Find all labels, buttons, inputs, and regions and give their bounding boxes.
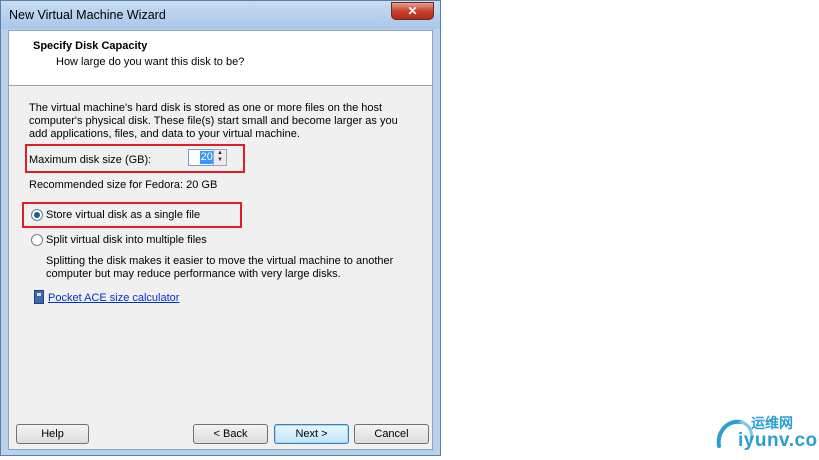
option-multiple-files-label[interactable]: Split virtual disk into multiple files <box>46 234 207 246</box>
highlight-box-disk-size <box>25 144 245 173</box>
calculator-icon <box>34 290 44 304</box>
split-note-line: computer but may reduce performance with… <box>46 268 341 280</box>
wizard-client-area: Specify Disk Capacity How large do you w… <box>8 30 433 450</box>
description-line: The virtual machine's hard disk is store… <box>29 102 383 114</box>
back-button[interactable]: < Back <box>193 424 268 444</box>
wizard-window: New Virtual Machine Wizard ✕ Specify Dis… <box>0 0 441 456</box>
close-button[interactable]: ✕ <box>391 2 434 20</box>
description-line: computer's physical disk. These file(s) … <box>29 115 398 127</box>
pocket-ace-calculator-link[interactable]: Pocket ACE size calculator <box>48 292 179 304</box>
page-subtitle: How large do you want this disk to be? <box>56 56 245 68</box>
radio-multiple-files[interactable] <box>31 234 43 246</box>
split-note-line: Splitting the disk makes it easier to mo… <box>46 255 394 267</box>
page-title: Specify Disk Capacity <box>33 40 148 52</box>
description-line: add applications, files, and data to you… <box>29 128 300 140</box>
cancel-button[interactable]: Cancel <box>354 424 429 444</box>
close-icon: ✕ <box>407 4 418 18</box>
title-bar[interactable]: New Virtual Machine Wizard ✕ <box>1 1 440 29</box>
help-button[interactable]: Help <box>16 424 89 444</box>
description-text: The virtual machine's hard disk is store… <box>29 102 398 141</box>
recommended-size-text: Recommended size for Fedora: 20 GB <box>29 179 218 191</box>
next-button[interactable]: Next > <box>274 424 349 444</box>
watermark-logo: 运维网 iyunv.com <box>713 412 819 458</box>
window-title: New Virtual Machine Wizard <box>9 8 166 22</box>
highlight-box-single-file <box>22 202 242 228</box>
watermark-en-text: iyunv.com <box>738 430 819 451</box>
wizard-header: Specify Disk Capacity How large do you w… <box>9 31 432 86</box>
split-note-text: Splitting the disk makes it easier to mo… <box>46 255 393 281</box>
